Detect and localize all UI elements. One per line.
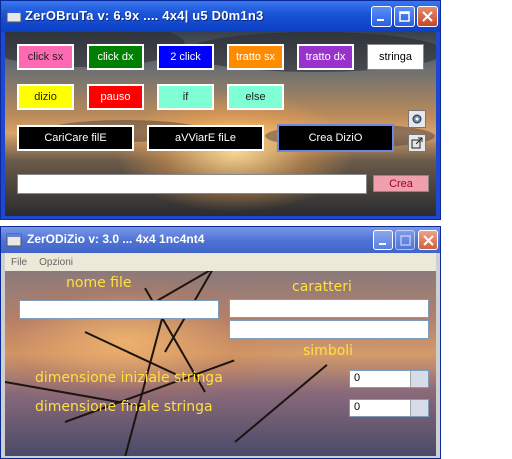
else-button[interactable]: else — [227, 84, 284, 110]
close-icon — [422, 234, 434, 246]
app-icon — [6, 9, 22, 23]
maximize-icon — [399, 11, 410, 22]
settings-icon[interactable] — [408, 110, 426, 128]
tratto-sx-button[interactable]: tratto sx — [227, 44, 284, 70]
window-title: ZerODiZio v: 3.0 ... 4x4 1nc4nt4 — [27, 232, 205, 246]
click-sx-button[interactable]: click sx — [17, 44, 74, 70]
caratteri-input-1[interactable] — [229, 299, 429, 318]
minimize-button[interactable] — [371, 6, 392, 27]
zerobruta-window: ZerOBruTa v: 6.9x .... 4x4| u5 D0m1n3 cl… — [0, 0, 441, 220]
string-input[interactable] — [17, 174, 367, 194]
crea-button[interactable]: Crea — [373, 175, 429, 192]
maximize-button[interactable] — [395, 230, 415, 250]
dizio-button[interactable]: dizio — [17, 84, 74, 110]
maximize-icon — [399, 234, 411, 246]
zerodizio-window: ZerODiZio v: 3.0 ... 4x4 1nc4nt4 File Op… — [0, 226, 441, 459]
dim-iniziale-label: dimensione iniziale stringa — [35, 370, 223, 386]
tratto-dx-button[interactable]: tratto dx — [297, 44, 354, 70]
nome-file-label: nome file — [66, 275, 132, 291]
gear-icon — [412, 114, 422, 124]
dim-iniziale-spinner[interactable]: 0 — [349, 370, 429, 388]
sunset-background: click sx click dx 2 click tratto sx trat… — [5, 32, 436, 216]
minimize-icon — [377, 19, 384, 21]
if-button[interactable]: if — [157, 84, 214, 110]
crea-dizio-button[interactable]: Crea DiziO — [277, 124, 394, 152]
caratteri-input-2[interactable] — [229, 320, 429, 339]
title-bar[interactable]: ZerOBruTa v: 6.9x .... 4x4| u5 D0m1n3 — [1, 1, 440, 32]
dim-finale-spinner[interactable]: 0 — [349, 399, 429, 417]
double-click-button[interactable]: 2 click — [157, 44, 214, 70]
minimize-icon — [378, 242, 386, 245]
dim-finale-label: dimensione finale stringa — [35, 399, 213, 415]
menu-bar: File Opzioni — [5, 253, 436, 271]
caratteri-label: caratteri — [292, 279, 352, 295]
simboli-label: simboli — [303, 343, 354, 359]
title-bar[interactable]: ZerODiZio v: 3.0 ... 4x4 1nc4nt4 — [1, 227, 440, 253]
menu-file[interactable]: File — [11, 257, 27, 268]
maximize-button[interactable] — [394, 6, 415, 27]
click-dx-button[interactable]: click dx — [87, 44, 144, 70]
pauso-button[interactable]: pauso — [87, 84, 144, 110]
close-button[interactable] — [417, 6, 438, 27]
app-icon — [6, 233, 22, 247]
carica-file-button[interactable]: CariCare filE — [17, 125, 134, 151]
arrow-box-icon — [411, 137, 423, 149]
close-button[interactable] — [418, 230, 438, 250]
nome-file-input[interactable] — [19, 300, 219, 319]
spinner-arrows-icon[interactable] — [410, 371, 428, 387]
stringa-button[interactable]: stringa — [367, 44, 424, 70]
avvia-file-button[interactable]: aVViarE fiLe — [147, 125, 264, 151]
window-title: ZerOBruTa v: 6.9x .... 4x4| u5 D0m1n3 — [25, 8, 264, 23]
tree-sky-background: nome file caratteri simboli dimensione i… — [5, 271, 436, 456]
export-icon[interactable] — [408, 134, 426, 152]
dim-iniziale-value: 0 — [354, 372, 361, 384]
menu-opzioni[interactable]: Opzioni — [39, 257, 73, 268]
spinner-arrows-icon[interactable] — [410, 400, 428, 416]
dim-finale-value: 0 — [354, 401, 361, 413]
close-icon — [422, 11, 433, 22]
minimize-button[interactable] — [373, 230, 393, 250]
